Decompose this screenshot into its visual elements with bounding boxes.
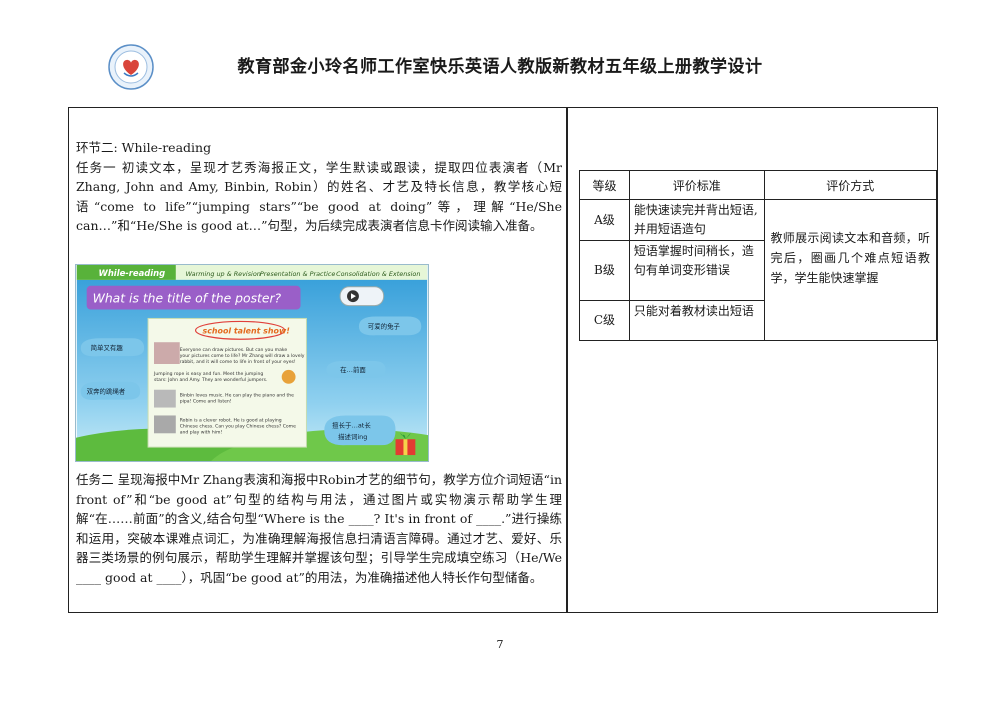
document-title: 教育部金小玲名师工作室快乐英语人教版新教材五年级上册教学设计 xyxy=(237,57,763,77)
lesson-content: 环节二: While-reading 任务一 初读文本，呈现才艺秀海报正文，学生… xyxy=(76,138,562,236)
poster-line: Everyone can draw pictures. But can you … xyxy=(180,347,288,353)
slide-nav-4: Consolidation & Extension xyxy=(336,270,420,278)
bubble-label: 擅长于…at长 xyxy=(332,420,371,429)
header-level: 等级 xyxy=(579,170,630,200)
bubble-label: 在…前面 xyxy=(340,365,366,374)
section-label: 环节二: While-reading xyxy=(76,140,212,155)
bubble-label: 描述词ing xyxy=(338,432,367,441)
studio-logo xyxy=(108,44,154,90)
header-criteria: 评价标准 xyxy=(628,170,765,200)
criteria-c: 只能对着教材读出短语 xyxy=(628,300,765,341)
evaluation-method: 教师展示阅读文本和音频，听完后，圈画几个难点短语教学，学生能快速掌握 xyxy=(763,199,937,341)
evaluation-table: 等级 评价标准 评价方式 A级 能快速读完并背出短语,并用短语造句 教师展示阅读… xyxy=(579,170,937,341)
poster-line: and play with him! xyxy=(180,429,223,435)
bubble-label: 可爱的兔子 xyxy=(368,321,401,330)
task-two-block: 任务二 呈现海报中Mr Zhang表演和海报中Robin才艺的细节句，教学方位介… xyxy=(76,470,562,588)
level-a: A级 xyxy=(579,199,630,241)
slide-nav-3: Presentation & Practice xyxy=(260,270,335,278)
header-method: 评价方式 xyxy=(763,170,937,200)
level-c: C级 xyxy=(579,300,630,341)
lesson-slide: While-reading Warming up & Revision Pres… xyxy=(75,264,429,462)
task-two-text: 任务二 呈现海报中Mr Zhang表演和海报中Robin才艺的细节句，教学方位介… xyxy=(76,472,562,585)
poster-line: pipa! Come and listen! xyxy=(180,399,232,405)
poster-line: your pictures come to life? Mr Zhang wil… xyxy=(180,353,305,359)
poster-line: Robin is a clever robot. He is good at p… xyxy=(180,417,282,423)
column-divider xyxy=(566,107,568,613)
poster-line: rabbit, and it will come to life in fron… xyxy=(180,359,296,365)
poster-line: Binbin loves music. He can play the pian… xyxy=(180,393,294,399)
task-one-text: 任务一 初读文本，呈现才艺秀海报正文，学生默读或跟读，提取四位表演者（Mr Zh… xyxy=(76,159,562,234)
evaluation-row: A级 能快速读完并背出短语,并用短语造句 教师展示阅读文本和音频，听完后，圈画几… xyxy=(579,199,937,341)
poster-line: stars: John and Amy. They are wonderful … xyxy=(154,377,267,383)
bubble-label: 简单又有趣 xyxy=(91,343,124,352)
slide-nav-1: While-reading xyxy=(99,268,166,278)
criteria-a: 能快速读完并背出短语,并用短语造句 xyxy=(628,199,765,241)
bubble-label: 双奔的跳绳者 xyxy=(87,387,126,396)
poster-line: Jumping rope is easy and fun. Meet the j… xyxy=(153,371,263,377)
slide-question: What is the title of the poster? xyxy=(93,292,282,306)
evaluation-header-row: 等级 评价标准 评价方式 xyxy=(579,170,937,200)
slide-nav-2: Warming up & Revision xyxy=(186,270,261,278)
level-b: B级 xyxy=(579,240,630,301)
poster-line: Chinese chess. Can you play Chinese ches… xyxy=(180,423,296,429)
poster-heading: school talent show! xyxy=(203,326,291,335)
criteria-b: 短语掌握时间稍长，造句有单词变形错误 xyxy=(628,240,765,301)
page-number: 7 xyxy=(496,638,504,651)
